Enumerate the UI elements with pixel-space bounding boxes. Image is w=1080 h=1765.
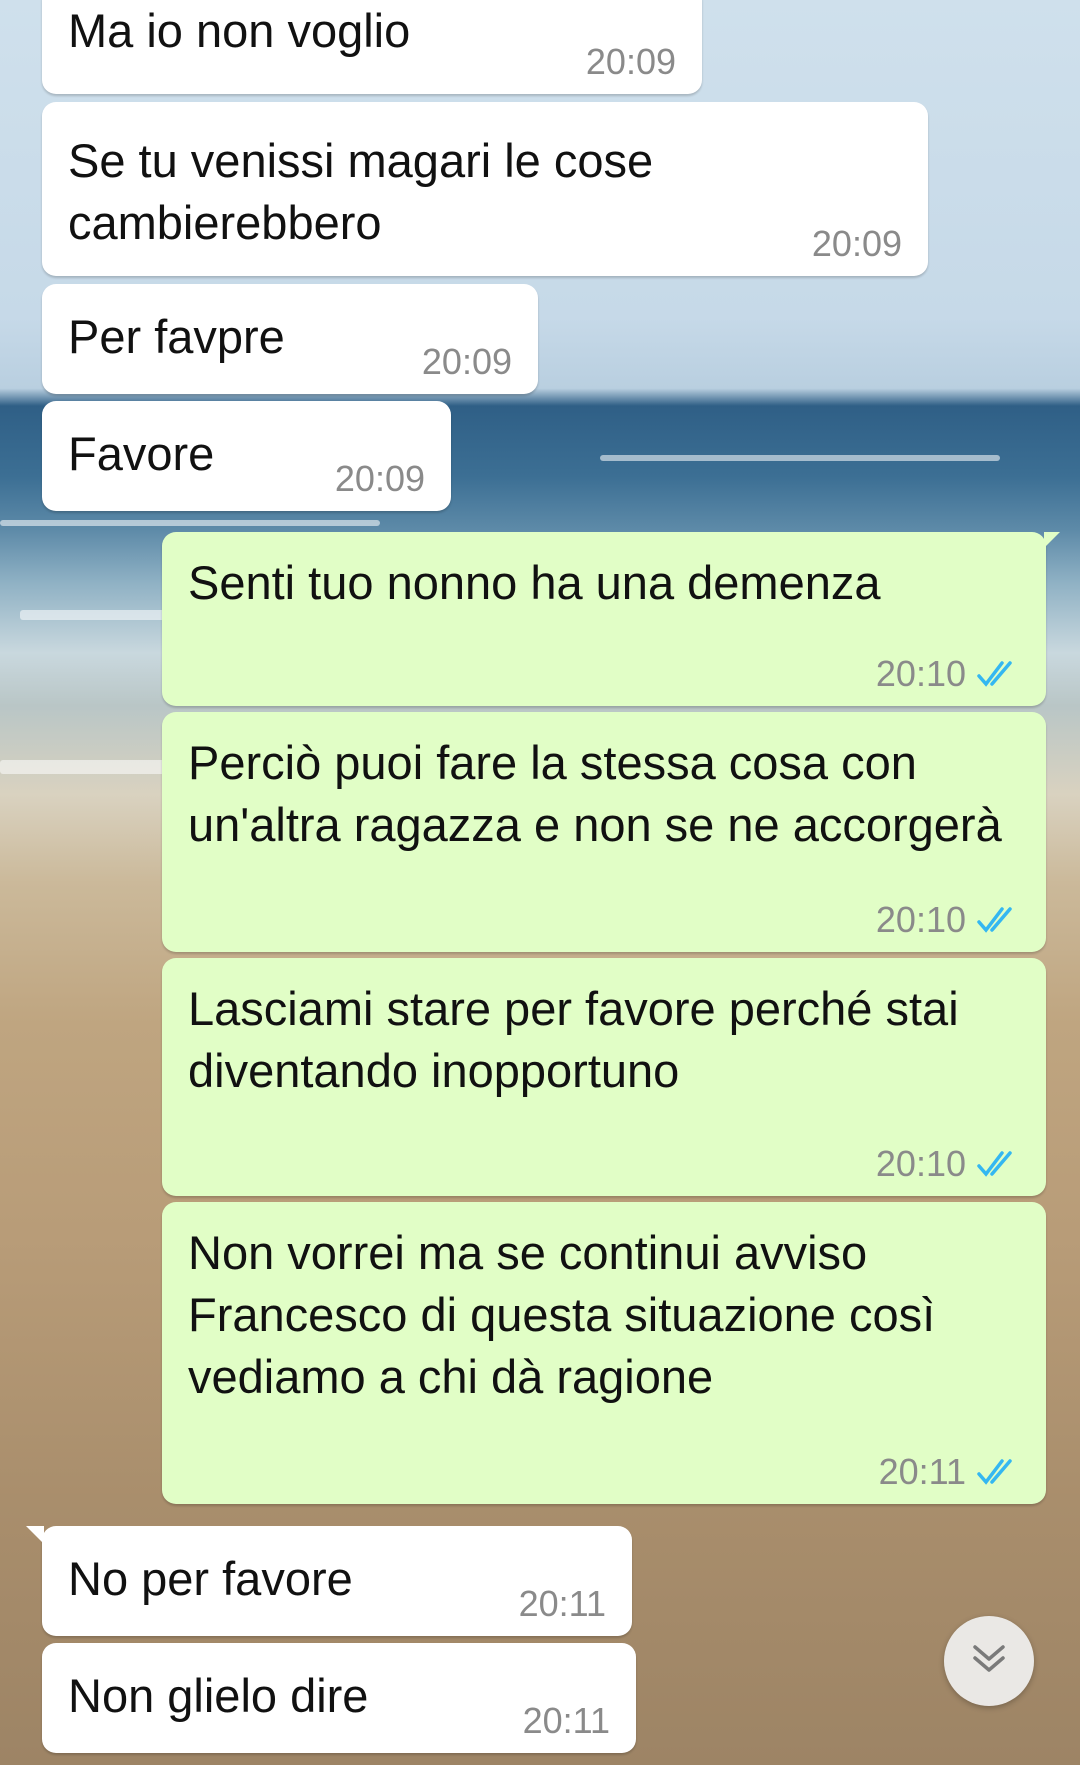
message-time: 20:09	[421, 341, 512, 382]
message-text: Non vorrei ma se continui avviso Frances…	[188, 1226, 936, 1403]
double-chevron-down-icon	[969, 1641, 1009, 1682]
message-time: 20:09	[585, 41, 676, 82]
double-check-icon	[976, 1457, 1022, 1487]
message-time: 20:09	[811, 223, 902, 264]
message-bubble-incoming[interactable]: No per favore 20:11	[26, 1526, 632, 1636]
double-check-icon	[976, 659, 1022, 689]
message-bubble-incoming[interactable]: Non glielo dire 20:11	[42, 1643, 636, 1753]
double-check-icon	[976, 1149, 1022, 1179]
message-text: Se tu venissi magari le cose cambierebbe…	[68, 134, 654, 249]
message-time: 20:11	[518, 1583, 606, 1624]
bubble-tail	[26, 1526, 44, 1544]
bubble-tail	[1044, 532, 1060, 548]
message-bubble-outgoing[interactable]: Senti tuo nonno ha una demenza 20:10	[162, 532, 1060, 706]
message-time: 20:09	[334, 458, 425, 499]
message-text: Ma io non voglio	[68, 4, 411, 57]
message-bubble-outgoing[interactable]: Lasciami stare per favore perché stai di…	[162, 958, 1046, 1196]
message-bubble-incoming[interactable]: Se tu venissi magari le cose cambierebbe…	[42, 102, 928, 276]
message-bubble-outgoing[interactable]: Perciò puoi fare la stessa cosa con un'a…	[162, 712, 1046, 952]
message-text: Lasciami stare per favore perché stai di…	[188, 982, 959, 1097]
message-bubble-incoming[interactable]: Per favpre 20:09	[42, 284, 538, 394]
message-time: 20:10	[875, 899, 966, 940]
chat-message-list[interactable]: Ma io non voglio 20:09 Se tu venissi mag…	[0, 0, 1080, 1765]
message-bubble-incoming[interactable]: Favore 20:09	[42, 401, 451, 511]
message-bubble-outgoing[interactable]: Non vorrei ma se continui avviso Frances…	[162, 1202, 1046, 1504]
message-time: 20:11	[522, 1700, 610, 1741]
message-time: 20:11	[878, 1451, 966, 1492]
message-time: 20:10	[875, 653, 966, 694]
message-text: Perciò puoi fare la stessa cosa con un'a…	[188, 736, 1002, 851]
message-text: Senti tuo nonno ha una demenza	[188, 556, 881, 609]
scroll-to-bottom-button[interactable]	[944, 1616, 1034, 1706]
message-bubble-incoming[interactable]: Ma io non voglio 20:09	[42, 0, 702, 94]
double-check-icon	[976, 905, 1022, 935]
message-time: 20:10	[875, 1143, 966, 1184]
